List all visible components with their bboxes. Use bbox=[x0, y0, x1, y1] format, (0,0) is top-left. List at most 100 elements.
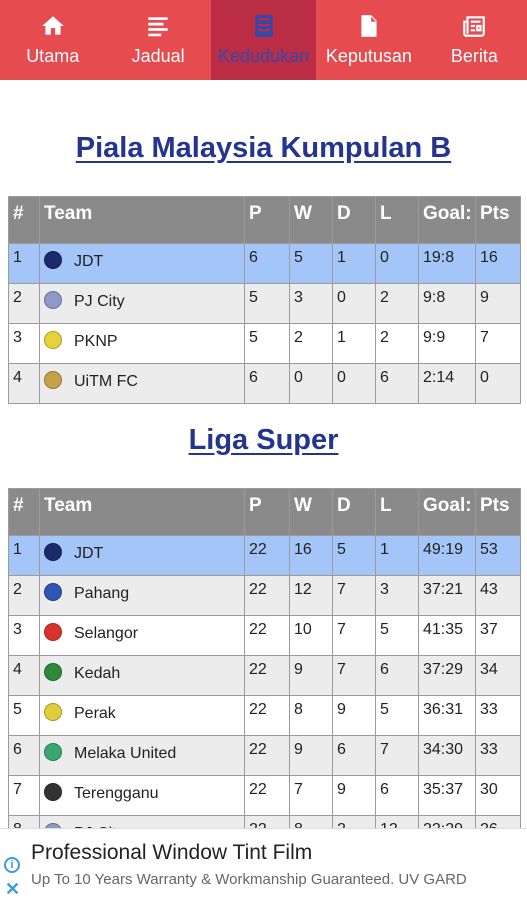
team-name: PJ City bbox=[74, 821, 125, 828]
standings-content: Piala Malaysia Kumpulan B # Team P W D L Goal:… bbox=[0, 80, 527, 828]
section-title-liga-super: Liga Super bbox=[188, 424, 339, 456]
table-row[interactable]: 4 UiTM FC 6 0 0 6 2:14 0 bbox=[8, 363, 521, 404]
col-points-cell: 9 bbox=[475, 283, 521, 324]
header-row: # Team P W D L Goal: Pts bbox=[8, 488, 521, 536]
team-crest-icon bbox=[44, 783, 62, 801]
col-drawn-cell: 6 bbox=[332, 735, 376, 776]
col-won-cell: 16 bbox=[289, 535, 333, 576]
col-lost-cell: 5 bbox=[375, 695, 419, 736]
nav-label: Keputusan bbox=[325, 46, 412, 66]
col-drawn-cell: 2 bbox=[332, 815, 376, 828]
col-won-cell: 10 bbox=[289, 615, 333, 656]
top-navigation: Utama Jadual Kedudukan Keputusan Berita bbox=[0, 0, 527, 80]
col-lost-cell: 6 bbox=[375, 775, 419, 816]
team-crest-icon bbox=[44, 663, 62, 681]
col-drawn-cell: 1 bbox=[332, 323, 376, 364]
col-lost-cell: 5 bbox=[375, 615, 419, 656]
col-lost-cell: 0 bbox=[375, 243, 419, 284]
table-row[interactable]: 2 PJ City 5 3 0 2 9:8 9 bbox=[8, 283, 521, 324]
table-row[interactable]: 1 JDT 6 5 1 0 19:8 16 bbox=[8, 243, 521, 284]
team-crest-icon bbox=[44, 331, 62, 349]
col-played-cell: 5 bbox=[244, 283, 290, 324]
col-won-cell: 9 bbox=[289, 655, 333, 696]
nav-label: Jadual bbox=[131, 46, 185, 66]
ad-title[interactable]: Professional Window Tint Film bbox=[31, 841, 312, 865]
col-points-cell: 30 bbox=[475, 775, 521, 816]
team-name: JDT bbox=[74, 545, 104, 562]
col-points-header: Pts bbox=[475, 488, 521, 536]
nav-tab-jadual[interactable]: Jadual bbox=[105, 0, 210, 80]
team-name: Terengganu bbox=[74, 785, 159, 802]
col-won-cell: 8 bbox=[289, 815, 333, 828]
team-name: Melaka United bbox=[74, 745, 177, 762]
col-goals-cell: 9:8 bbox=[418, 283, 476, 324]
col-goals-cell: 19:8 bbox=[418, 243, 476, 284]
col-drawn-cell: 7 bbox=[332, 615, 376, 656]
col-won-cell: 2 bbox=[289, 323, 333, 364]
col-points-cell: 37 bbox=[475, 615, 521, 656]
nav-tab-kedudukan[interactable]: Kedudukan bbox=[210, 0, 317, 80]
col-position-cell: 4 bbox=[8, 655, 40, 696]
table-row[interactable]: 6 Melaka United 22 9 6 7 34:30 33 bbox=[8, 735, 521, 776]
table-row[interactable]: 8PJ City22821222:2926 bbox=[8, 815, 521, 828]
col-played-cell: 22 bbox=[244, 615, 290, 656]
team-cell: PJ City bbox=[39, 283, 245, 324]
nav-tab-utama[interactable]: Utama bbox=[0, 0, 105, 80]
table-row[interactable]: 4 Kedah 22 9 7 6 37:29 34 bbox=[8, 655, 521, 696]
col-played-cell: 22 bbox=[244, 575, 290, 616]
col-won-cell: 12 bbox=[289, 575, 333, 616]
col-position-cell: 6 bbox=[8, 735, 40, 776]
col-position-cell: 1 bbox=[8, 535, 40, 576]
table-row[interactable]: 1 JDT 22 16 5 1 49:19 53 bbox=[8, 535, 521, 576]
col-played-cell: 6 bbox=[244, 243, 290, 284]
standings-table-piala: # Team P W D L Goal: Pts 1 JDT 6 5 1 0 19:8 16 2 PJ City 5… bbox=[8, 196, 521, 404]
table-row[interactable]: 5 Perak 22 8 9 5 36:31 33 bbox=[8, 695, 521, 736]
col-points-cell: 34 bbox=[475, 655, 521, 696]
col-played-cell: 22 bbox=[244, 655, 290, 696]
info-icon[interactable]: i bbox=[4, 857, 20, 873]
col-goals-cell: 37:29 bbox=[418, 655, 476, 696]
team-name: Selangor bbox=[74, 625, 139, 642]
table-row[interactable]: 3 PKNP 5 2 1 2 9:9 7 bbox=[8, 323, 521, 364]
nav-label: Berita bbox=[450, 46, 498, 66]
col-lost-cell: 6 bbox=[375, 363, 419, 404]
col-position-cell: 5 bbox=[8, 695, 40, 736]
team-cell: Perak bbox=[39, 695, 245, 736]
nav-tab-keputusan[interactable]: Keputusan bbox=[316, 0, 421, 80]
col-won-cell: 9 bbox=[289, 735, 333, 776]
nav-tab-berita[interactable]: Berita bbox=[422, 0, 527, 80]
team-name: Perak bbox=[74, 705, 116, 722]
col-goals-cell: 37:21 bbox=[418, 575, 476, 616]
team-name: JDT bbox=[74, 253, 104, 270]
close-icon[interactable]: ✕ bbox=[5, 879, 20, 900]
col-played-header: P bbox=[244, 196, 290, 244]
col-played-cell: 22 bbox=[244, 535, 290, 576]
table-row[interactable]: 2 Pahang 22 12 7 3 37:21 43 bbox=[8, 575, 521, 616]
table-row[interactable]: 7 Terengganu 22 7 9 6 35:37 30 bbox=[8, 775, 521, 816]
col-goals-cell: 49:19 bbox=[418, 535, 476, 576]
col-won-cell: 0 bbox=[289, 363, 333, 404]
col-lost-cell: 2 bbox=[375, 283, 419, 324]
col-played-cell: 22 bbox=[244, 815, 290, 828]
col-drawn-cell: 9 bbox=[332, 775, 376, 816]
col-played-cell: 22 bbox=[244, 775, 290, 816]
col-points-cell: 43 bbox=[475, 575, 521, 616]
ad-banner[interactable]: i ✕ Professional Window Tint Film Up To … bbox=[0, 828, 527, 901]
col-position-cell: 3 bbox=[8, 323, 40, 364]
team-cell: Selangor bbox=[39, 615, 245, 656]
table-row[interactable]: 3 Selangor 22 10 7 5 41:35 37 bbox=[8, 615, 521, 656]
col-position-cell: 7 bbox=[8, 775, 40, 816]
col-played-cell: 6 bbox=[244, 363, 290, 404]
ad-subtitle: Up To 10 Years Warranty & Workmanship Gu… bbox=[31, 871, 467, 888]
col-goals-cell: 2:14 bbox=[418, 363, 476, 404]
nav-label: Utama bbox=[26, 46, 80, 66]
col-position-cell: 2 bbox=[8, 575, 40, 616]
team-cell: PJ City bbox=[39, 815, 245, 828]
team-cell: PKNP bbox=[39, 323, 245, 364]
team-name: Pahang bbox=[74, 585, 130, 602]
document-icon bbox=[355, 12, 383, 40]
col-lost-cell: 1 bbox=[375, 535, 419, 576]
team-cell: Pahang bbox=[39, 575, 245, 616]
col-points-cell: 26 bbox=[475, 815, 521, 828]
team-name: PKNP bbox=[74, 333, 118, 350]
